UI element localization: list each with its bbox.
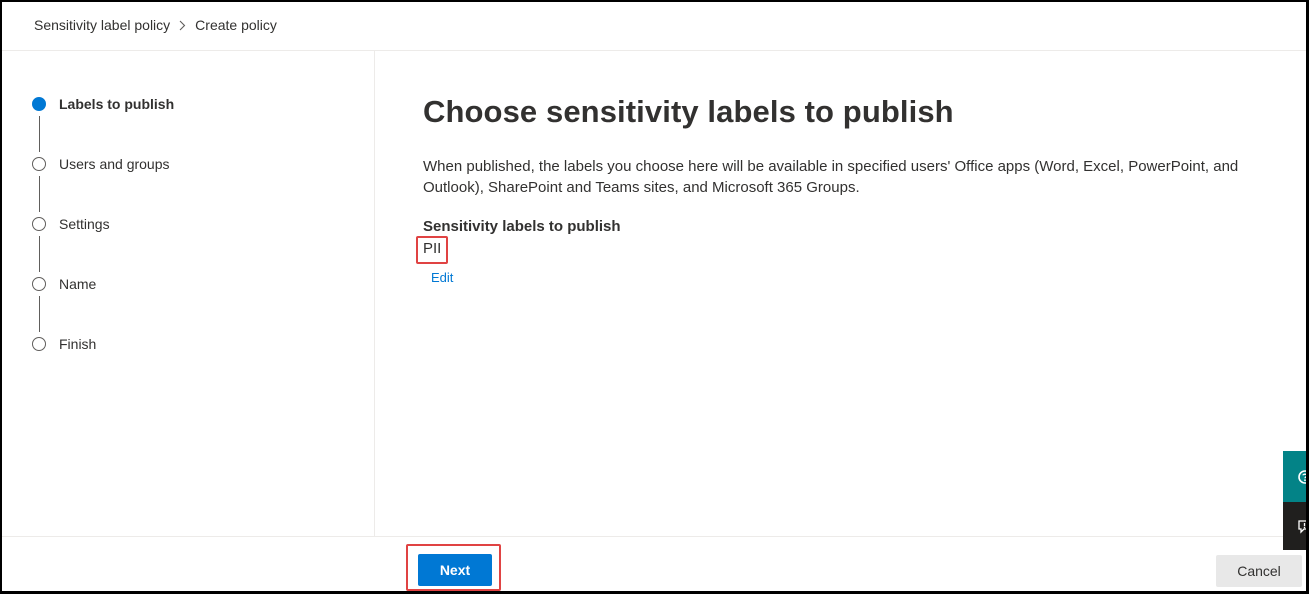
label-value-highlight-box [416,236,448,264]
feedback-widget[interactable] [1283,502,1306,550]
chevron-right-icon [179,20,186,31]
step-label: Name [59,276,97,292]
step-pending-indicator-icon [32,277,46,291]
step-connector [39,176,40,212]
step-users-and-groups[interactable]: Users and groups [30,154,170,174]
step-label: Users and groups [59,156,170,172]
step-pending-indicator-icon [32,217,46,231]
page-title: Choose sensitivity labels to publish [423,94,954,129]
header-divider [2,50,1306,51]
help-icon [1297,469,1306,485]
help-widget[interactable] [1283,451,1306,502]
step-finish[interactable]: Finish [30,334,96,354]
breadcrumb-item-sensitivity-label-policy[interactable]: Sensitivity label policy [34,17,170,33]
edit-labels-link[interactable]: Edit [431,270,453,285]
step-settings[interactable]: Settings [30,214,110,234]
breadcrumb-item-create-policy: Create policy [195,17,277,33]
step-current-indicator-icon [32,97,46,111]
footer-divider [2,536,1306,537]
policy-wizard-window: Sensitivity label policy Create policy L… [0,0,1309,594]
cancel-button[interactable]: Cancel [1216,555,1302,587]
step-labels-to-publish[interactable]: Labels to publish [30,94,174,114]
step-label: Labels to publish [59,96,175,112]
sidebar-divider [374,51,375,537]
feedback-icon [1297,519,1306,534]
step-pending-indicator-icon [32,337,46,351]
step-name[interactable]: Name [30,274,96,294]
section-title: Sensitivity labels to publish [423,218,621,235]
step-connector [39,116,40,152]
step-connector [39,296,40,332]
step-pending-indicator-icon [32,157,46,171]
page-description: When published, the labels you choose he… [423,158,1239,196]
step-connector [39,236,40,272]
next-button[interactable]: Next [418,554,492,586]
step-label: Settings [59,216,110,232]
breadcrumb: Sensitivity label policy Create policy [34,16,277,34]
step-label: Finish [59,336,97,352]
